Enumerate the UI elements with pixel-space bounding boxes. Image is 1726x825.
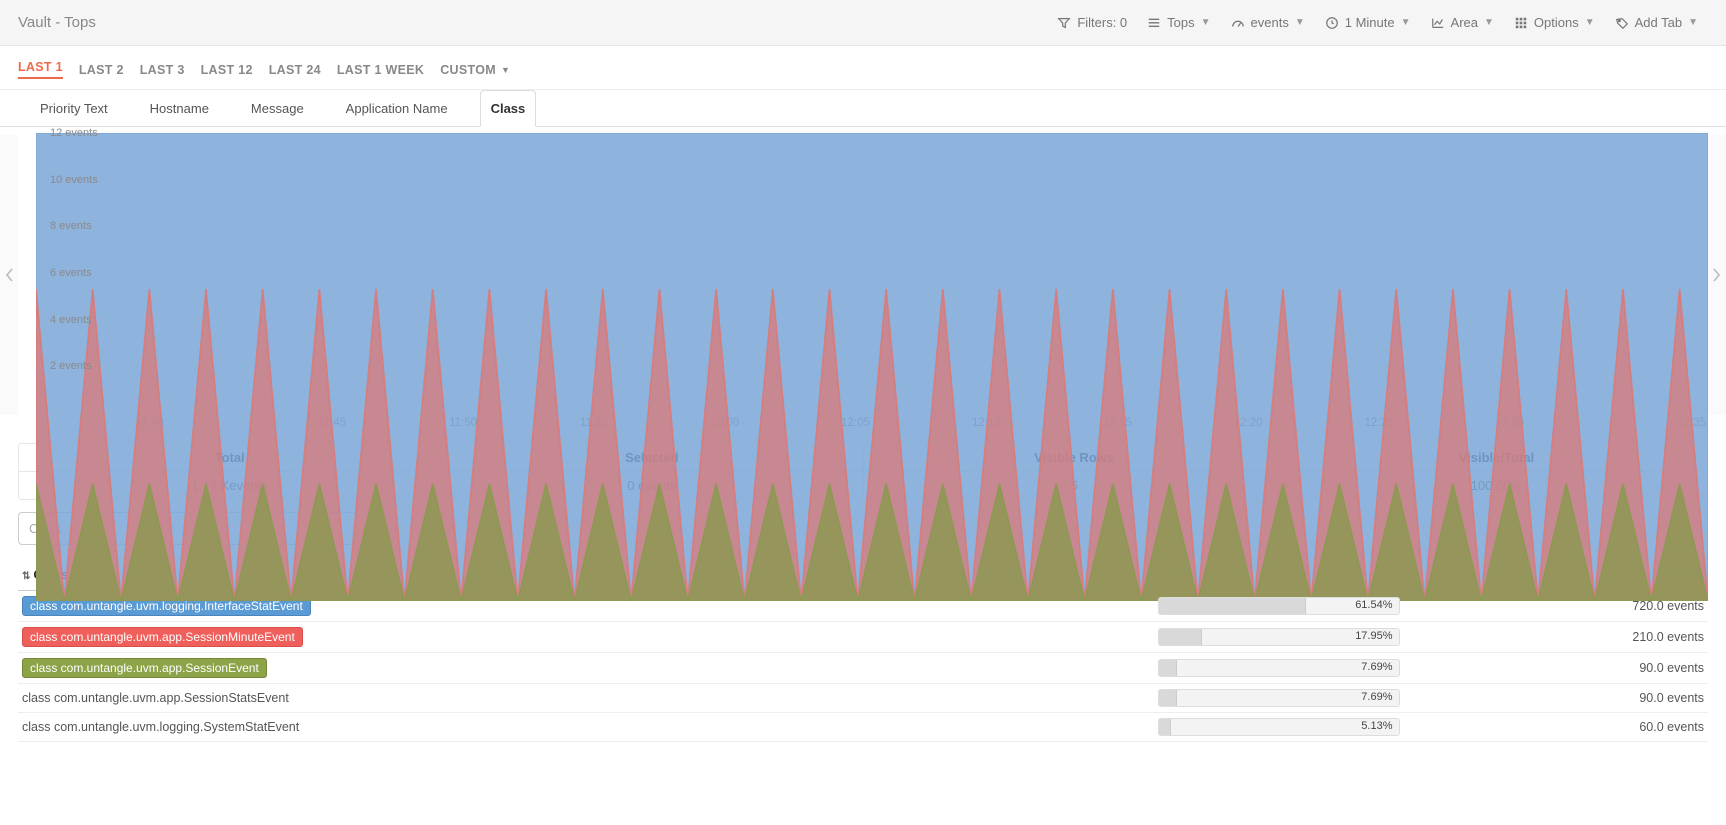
filters-label: Filters: 0 bbox=[1077, 15, 1127, 30]
class-pill: class com.untangle.uvm.app.SessionEvent bbox=[22, 658, 267, 678]
table-row[interactable]: class com.untangle.uvm.logging.SystemSta… bbox=[18, 713, 1708, 742]
range-last-3[interactable]: LAST 3 bbox=[140, 63, 185, 77]
pct-bar: 7.69% bbox=[1158, 689, 1400, 707]
grid-icon bbox=[1514, 16, 1528, 30]
top-bar: Vault - Tops Filters: 0 Tops ▼ events ▼ … bbox=[0, 0, 1726, 46]
tab-message[interactable]: Message bbox=[241, 91, 314, 126]
interval-dropdown[interactable]: 1 Minute ▼ bbox=[1315, 9, 1421, 36]
tab-class[interactable]: Class bbox=[480, 90, 537, 127]
chart-prev-button[interactable] bbox=[0, 135, 18, 415]
y-tick: 4 events bbox=[50, 314, 92, 326]
range-last-1-week[interactable]: LAST 1 WEEK bbox=[337, 63, 424, 77]
caret-down-icon: ▼ bbox=[1585, 17, 1595, 28]
add-tab-label: Add Tab bbox=[1635, 15, 1682, 30]
pct-bar: 17.95% bbox=[1158, 628, 1400, 646]
field-tabs: Priority Text Hostname Message Application … bbox=[18, 90, 1708, 126]
chart-next-button[interactable] bbox=[1708, 135, 1726, 415]
y-tick: 2 events bbox=[50, 360, 92, 372]
caret-down-icon: ▼ bbox=[1401, 17, 1411, 28]
tops-label: Tops bbox=[1167, 15, 1194, 30]
chart-icon bbox=[1431, 16, 1445, 30]
range-last-24[interactable]: LAST 24 bbox=[269, 63, 321, 77]
interval-label: 1 Minute bbox=[1345, 15, 1395, 30]
events-dropdown[interactable]: events ▼ bbox=[1221, 9, 1315, 36]
caret-down-icon: ▼ bbox=[1295, 17, 1305, 28]
tops-dropdown[interactable]: Tops ▼ bbox=[1137, 9, 1220, 36]
range-custom[interactable]: CUSTOM ▼ bbox=[440, 63, 510, 77]
caret-down-icon: ▼ bbox=[1484, 17, 1494, 28]
y-tick: 10 events bbox=[50, 174, 98, 186]
table-row[interactable]: class com.untangle.uvm.app.SessionEvent 7… bbox=[18, 653, 1708, 684]
events-value: 90.0 events bbox=[1404, 684, 1709, 713]
table-row[interactable]: class com.untangle.uvm.app.SessionMinute… bbox=[18, 622, 1708, 653]
filter-icon bbox=[1057, 16, 1071, 30]
tag-icon bbox=[1615, 16, 1629, 30]
range-last-1[interactable]: LAST 1 bbox=[18, 60, 63, 79]
class-pill: class com.untangle.uvm.app.SessionMinute… bbox=[22, 627, 303, 647]
filters-button[interactable]: Filters: 0 bbox=[1047, 9, 1137, 36]
add-tab-button[interactable]: Add Tab ▼ bbox=[1605, 9, 1708, 36]
sort-icon: ⇅ bbox=[22, 571, 30, 582]
list-icon bbox=[1147, 16, 1161, 30]
options-label: Options bbox=[1534, 15, 1579, 30]
tab-priority-text[interactable]: Priority Text bbox=[30, 91, 118, 126]
table-row[interactable]: class com.untangle.uvm.app.SessionStatsE… bbox=[18, 684, 1708, 713]
pct-bar: 7.69% bbox=[1158, 659, 1400, 677]
chart-type-label: Area bbox=[1451, 15, 1478, 30]
options-dropdown[interactable]: Options ▼ bbox=[1504, 9, 1605, 36]
time-range-nav: LAST 1 LAST 2 LAST 3 LAST 12 LAST 24 LAST 1 W… bbox=[0, 46, 1726, 90]
y-tick: 12 events bbox=[50, 127, 98, 139]
caret-down-icon: ▼ bbox=[1688, 17, 1698, 28]
y-tick: 8 events bbox=[50, 220, 92, 232]
clock-icon bbox=[1325, 16, 1339, 30]
chevron-right-icon bbox=[1712, 267, 1722, 283]
pct-bar: 61.54% bbox=[1158, 597, 1400, 615]
range-last-12[interactable]: LAST 12 bbox=[201, 63, 253, 77]
area-chart bbox=[36, 133, 1708, 601]
tab-hostname[interactable]: Hostname bbox=[140, 91, 219, 126]
gauge-icon bbox=[1231, 16, 1245, 30]
range-last-2[interactable]: LAST 2 bbox=[79, 63, 124, 77]
chevron-left-icon bbox=[4, 267, 14, 283]
page-title: Vault - Tops bbox=[18, 14, 96, 31]
class-text: class com.untangle.uvm.app.SessionStatsE… bbox=[22, 691, 289, 705]
caret-down-icon: ▼ bbox=[1201, 17, 1211, 28]
events-label: events bbox=[1251, 15, 1289, 30]
pct-bar: 5.13% bbox=[1158, 718, 1400, 736]
events-value: 60.0 events bbox=[1404, 713, 1709, 742]
chart-type-dropdown[interactable]: Area ▼ bbox=[1421, 9, 1504, 36]
events-value: 90.0 events bbox=[1404, 653, 1709, 684]
class-text: class com.untangle.uvm.logging.SystemSta… bbox=[22, 720, 299, 734]
chart-area[interactable]: 12 events10 events8 events6 events4 even… bbox=[36, 133, 1708, 413]
y-tick: 6 events bbox=[50, 267, 92, 279]
events-value: 210.0 events bbox=[1404, 622, 1709, 653]
tab-application-name[interactable]: Application Name bbox=[336, 91, 458, 126]
